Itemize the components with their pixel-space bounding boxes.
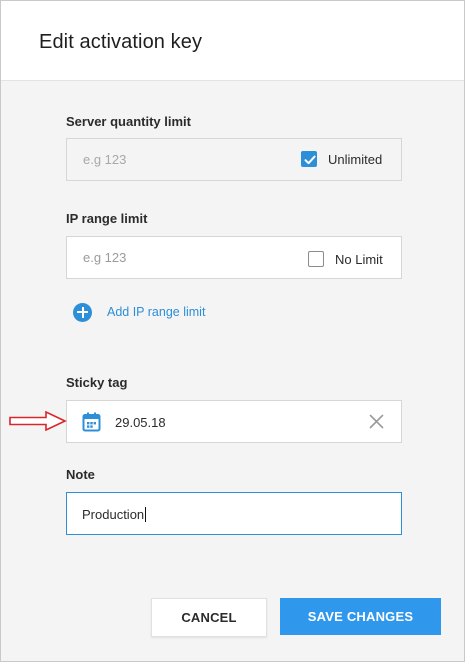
annotation-arrow-icon <box>9 410 67 432</box>
note-field[interactable]: Production <box>66 492 402 535</box>
note-input[interactable]: Production <box>82 507 147 522</box>
save-changes-button[interactable]: SAVE CHANGES <box>280 598 441 635</box>
sticky-tag-field[interactable]: 29.05.18 <box>66 400 402 443</box>
checkmark-icon <box>304 155 316 165</box>
unlimited-checkbox-label[interactable]: Unlimited <box>328 152 382 167</box>
sticky-tag-label: Sticky tag <box>66 375 128 390</box>
ip-range-input[interactable]: e.g 123 <box>83 250 126 265</box>
close-icon[interactable] <box>369 414 384 434</box>
no-limit-checkbox[interactable] <box>308 251 324 267</box>
add-ip-range-link[interactable]: Add IP range limit <box>73 302 205 322</box>
calendar-icon[interactable] <box>82 412 101 437</box>
no-limit-checkbox-label[interactable]: No Limit <box>335 252 383 267</box>
server-quantity-input[interactable]: e.g 123 <box>83 152 126 167</box>
unlimited-checkbox[interactable] <box>301 151 317 167</box>
no-limit-checkbox-group[interactable]: No Limit <box>308 250 383 268</box>
dialog-title: Edit activation key <box>39 31 203 53</box>
dialog-header: Edit activation key <box>1 1 464 81</box>
ip-range-field: e.g 123 No Limit <box>66 236 402 279</box>
sticky-tag-date-value[interactable]: 29.05.18 <box>115 415 166 430</box>
server-quantity-field: e.g 123 Unlimited <box>66 138 402 181</box>
add-ip-range-label[interactable]: Add IP range limit <box>107 305 205 319</box>
edit-activation-key-dialog: Edit activation key Server quantity limi… <box>0 0 465 662</box>
note-input-value: Production <box>82 507 145 522</box>
note-label: Note <box>66 467 95 482</box>
text-caret <box>145 507 147 522</box>
unlimited-checkbox-group[interactable]: Unlimited <box>301 150 382 168</box>
ip-range-label: IP range limit <box>66 211 148 226</box>
server-quantity-label: Server quantity limit <box>66 114 191 129</box>
cancel-button[interactable]: CANCEL <box>151 598 267 637</box>
plus-circle-icon <box>73 302 92 322</box>
